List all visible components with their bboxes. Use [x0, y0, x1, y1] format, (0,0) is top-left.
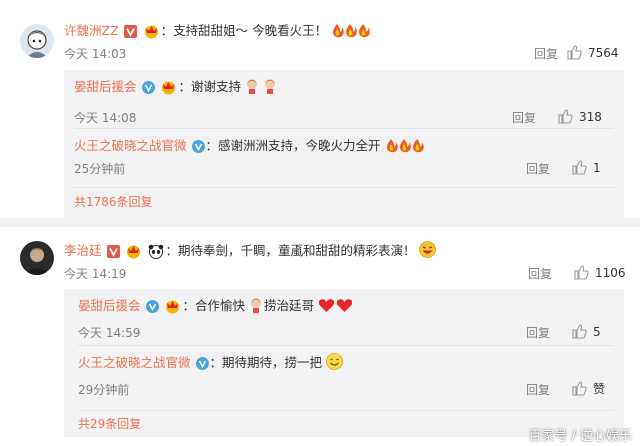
card-separator	[0, 218, 640, 227]
panda-emoji-icon	[148, 244, 164, 259]
comment-line: 李治廷 ：期待奉劍，千睭，童颪和甜甜的精彩表演！	[64, 241, 437, 264]
thumb-up-icon	[574, 265, 589, 280]
reply-button[interactable]: 回复	[534, 46, 558, 62]
reply-time: 今天 14:59	[78, 326, 141, 340]
vip-crown-icon	[164, 299, 181, 314]
comment-card-1: 许魏洲ZZ ：支持甜甜姐～ 今晚看火王！ 今天 14:03 回复 7564 晏甜…	[0, 0, 640, 218]
colon: ：	[209, 355, 223, 370]
divider	[78, 410, 614, 411]
reply-text: 期待期待，捞一把	[222, 355, 323, 370]
verified-v-icon	[141, 81, 155, 94]
reply-item: 晏甜后援会 ：谢谢支持 今天 14:08 回复 318	[74, 77, 619, 133]
comment-time: 今天 14:03	[64, 47, 127, 61]
avatar-anime-icon	[20, 24, 54, 58]
like-button[interactable]: 7564	[567, 45, 619, 61]
reply-text-2: 捞治廷哥	[264, 298, 315, 313]
grin-emoji-icon	[419, 241, 437, 264]
like-button[interactable]: 5	[572, 324, 601, 340]
reply-list: 晏甜后援会 ：谢谢支持 今天 14:08 回复 318 火王之破晓之战官微 ：感…	[64, 70, 624, 218]
thumb-up-icon	[572, 381, 587, 396]
colon: ：	[178, 79, 191, 94]
username[interactable]: 火王之破晓之战官微	[74, 138, 187, 153]
like-count: 1106	[595, 266, 626, 280]
verified-v-icon	[191, 140, 205, 153]
doll-emoji-icon	[245, 78, 279, 100]
reply-time: 今天 14:08	[74, 111, 137, 125]
reply-text: 合作愉快	[195, 298, 246, 313]
watermark: 百家号 / 逆心娱乐	[528, 429, 632, 444]
doll-emoji-icon	[249, 297, 264, 319]
colon: ：	[182, 298, 195, 313]
verified-v-icon	[123, 25, 137, 38]
thumb-up-icon	[572, 324, 587, 339]
divider	[74, 187, 614, 188]
reply-button[interactable]: 回复	[528, 266, 552, 282]
username[interactable]: 许魏洲ZZ	[64, 23, 119, 38]
reply-line: 火王之破晓之战官微 ：期待期待，捞一把	[78, 353, 343, 376]
reply-item: 火王之破晓之战官微 ：感谢洲洲支持，今晚火力全开 25分钟前 回复 1	[74, 136, 619, 192]
reply-line: 晏甜后援会 ：谢谢支持	[74, 77, 279, 100]
reply-text: 感谢洲洲支持，今晚火力全开	[218, 138, 381, 153]
reply-item: 火王之破晓之战官微 ：期待期待，捞一把 29分钟前 回复 赞	[78, 353, 618, 405]
vip-crown-icon	[143, 24, 160, 39]
like-button[interactable]: 1	[572, 160, 601, 176]
reply-line: 火王之破晓之战官微 ：感谢洲洲支持，今晚火力全开	[74, 136, 425, 159]
thumb-up-icon	[558, 109, 573, 124]
comment-card-2: 李治廷 ：期待奉劍，千睭，童颪和甜甜的精彩表演！ 今天 14:19 回复 110…	[0, 227, 640, 446]
like-button[interactable]: 赞	[572, 381, 605, 397]
vip-crown-icon	[125, 244, 142, 259]
avatar[interactable]	[20, 24, 54, 58]
reply-time: 29分钟前	[78, 383, 130, 397]
reply-button[interactable]: 回复	[526, 161, 550, 177]
comment-text: 期待奉劍，千睭，童颪和甜甜的精彩表演！	[177, 243, 416, 258]
fire-emoji-icon	[331, 23, 371, 44]
vip-crown-icon	[160, 80, 177, 95]
username[interactable]: 晏甜后援会	[78, 298, 141, 313]
verified-v-icon	[145, 300, 159, 313]
verified-v-icon	[195, 357, 209, 370]
thumb-up-icon	[572, 160, 587, 175]
comment-line: 许魏洲ZZ ：支持甜甜姐～ 今晚看火王！	[64, 21, 371, 44]
avatar[interactable]	[20, 241, 54, 275]
like-count: 1	[593, 161, 601, 175]
reply-list: 晏甜后援会 ：合作愉快 捞治廷哥 今天 14:59 回复 5 火王之破晓之战官微…	[64, 289, 624, 437]
colon: ：	[205, 138, 219, 153]
heart-emoji-icon	[318, 298, 354, 319]
reply-text: 谢谢支持	[191, 79, 242, 94]
reply-button[interactable]: 回复	[512, 110, 536, 126]
comment-time: 今天 14:19	[64, 267, 127, 281]
username[interactable]: 火王之破晓之战官微	[78, 355, 191, 370]
divider	[74, 128, 614, 129]
smile-emoji-icon	[326, 353, 343, 376]
comment-text: 支持甜甜姐～ 今晚看火王！	[173, 23, 328, 38]
colon: ：	[165, 243, 178, 258]
like-count: 5	[593, 325, 601, 339]
colon: ：	[160, 23, 174, 38]
reply-time: 25分钟前	[74, 162, 126, 176]
verified-v-icon	[106, 245, 120, 258]
reply-button[interactable]: 回复	[526, 325, 550, 341]
like-button[interactable]: 1106	[574, 265, 626, 281]
like-count: 318	[579, 110, 602, 124]
divider	[78, 345, 614, 346]
username[interactable]: 晏甜后援会	[74, 79, 137, 94]
like-count: 7564	[588, 46, 619, 60]
thumb-up-icon	[567, 45, 582, 60]
more-replies-link[interactable]: 共1786条回复	[74, 194, 153, 210]
reply-line: 晏甜后援会 ：合作愉快 捞治廷哥	[78, 296, 354, 319]
like-count: 赞	[593, 382, 606, 396]
like-button[interactable]: 318	[558, 109, 602, 125]
more-replies-link[interactable]: 共29条回复	[78, 416, 141, 432]
username[interactable]: 李治廷	[64, 243, 102, 258]
avatar-man-icon	[20, 241, 54, 275]
fire-emoji-icon	[385, 138, 425, 159]
reply-button[interactable]: 回复	[526, 382, 550, 398]
reply-item: 晏甜后援会 ：合作愉快 捞治廷哥 今天 14:59 回复 5	[78, 296, 618, 348]
